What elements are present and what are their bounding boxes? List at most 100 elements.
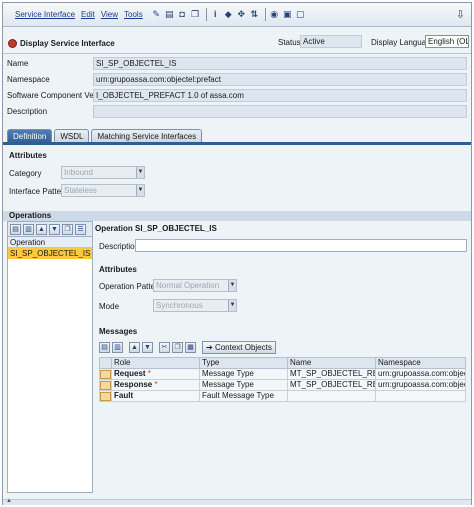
name-cell[interactable] — [287, 390, 376, 402]
navigate-icon[interactable]: ✥ — [236, 9, 247, 20]
bottom-scrollbar[interactable]: ▲ — [3, 498, 471, 505]
activate-icon[interactable]: ◘ — [177, 9, 188, 20]
status-value: Active — [300, 35, 362, 48]
print-icon[interactable]: ▣ — [282, 9, 293, 20]
interface-pattern-label: Interface Pattern — [9, 187, 69, 196]
tab-wsdl[interactable]: WSDL — [54, 129, 90, 143]
description-row: Description — [3, 105, 471, 119]
type-cell[interactable]: Message Type — [199, 379, 288, 391]
role-text: Request — [114, 369, 146, 379]
name-cell[interactable]: MT_SP_OBJECTEL_REQUEST — [287, 368, 376, 380]
move-down-icon[interactable]: ▼ — [142, 341, 153, 353]
table-row[interactable]: Response * Message Type MT_SP_OBJECTEL_R… — [99, 379, 466, 391]
back-icon[interactable]: ◆ — [223, 9, 234, 20]
description-field[interactable] — [93, 105, 467, 118]
delete-row-icon[interactable]: ▥ — [112, 341, 123, 353]
required-marker: * — [147, 369, 151, 379]
definition-panel: Attributes Category Inbound ▼ Interface … — [3, 145, 471, 499]
insert-row-icon[interactable]: ▤ — [99, 341, 110, 353]
cut-icon[interactable]: ✂ — [159, 341, 170, 353]
paste-icon[interactable]: ▦ — [185, 341, 196, 353]
info-icon[interactable]: i — [210, 9, 221, 20]
namespace-cell[interactable]: urn:grupoassa.com:objectel:pref — [375, 368, 466, 380]
mode-label: Mode — [99, 302, 120, 311]
copy-icon[interactable]: ❐ — [190, 9, 201, 20]
toolbar-divider-2 — [264, 8, 266, 21]
menu-service-interface[interactable]: Service Interface — [15, 10, 75, 19]
attributes-title: Attributes — [9, 151, 47, 160]
row-selector-header[interactable] — [99, 357, 112, 369]
move-up-icon[interactable]: ▲ — [129, 341, 140, 353]
name-row: Name SI_SP_OBJECTEL_IS — [3, 57, 471, 71]
operations-header-band: Operations — [3, 211, 471, 221]
details-icon[interactable]: ☰ — [75, 223, 86, 235]
edit-toggle-icon[interactable]: ✎ — [151, 9, 162, 20]
chevron-down-icon[interactable]: ▼ — [136, 185, 144, 196]
name-cell[interactable]: MT_SP_OBJECTEL_RESPONSE — [287, 379, 376, 391]
tab-matching-service-interfaces[interactable]: Matching Service Interfaces — [91, 129, 203, 143]
toolbar: ✎ ▤ ◘ ❐ i ◆ ✥ ⇅ ◉ ▣ ▢ — [151, 8, 308, 21]
operation-detail: Operation SI_SP_OBJECTEL_IS Description … — [95, 221, 467, 493]
copy-row-icon[interactable]: ❐ — [172, 341, 183, 353]
messages-table: Role Type Name Namespace Request * Messa… — [99, 357, 466, 402]
chevron-down-icon[interactable]: ▼ — [228, 300, 236, 311]
operation-pattern-select[interactable]: Normal Operation ▼ — [153, 279, 237, 292]
context-objects-button[interactable]: ➔ Context Objects — [202, 340, 276, 354]
role-cell: Fault — [111, 390, 200, 402]
operation-description-label: Description — [99, 242, 140, 251]
scroll-up-icon[interactable]: ▲ — [6, 498, 12, 504]
title-bar: Display Service Interface Status Active … — [3, 35, 471, 51]
display-language-select[interactable]: English (OL) — [425, 35, 469, 48]
swcv-field[interactable]: I_OBJECTEL_PREFACT 1.0 of assa.com — [93, 89, 467, 102]
move-up-icon[interactable]: ▲ — [36, 223, 47, 235]
history-icon[interactable]: ◉ — [269, 9, 280, 20]
window-icon[interactable]: ▢ — [295, 9, 306, 20]
category-value: Inbound — [64, 168, 93, 177]
insert-row-icon[interactable]: ▤ — [10, 223, 21, 235]
namespace-cell[interactable] — [375, 390, 466, 402]
namespace-field[interactable]: urn:grupoassa.com:objectel:prefact — [93, 73, 467, 86]
row-selector[interactable] — [99, 379, 112, 391]
type-cell[interactable]: Message Type — [199, 368, 288, 380]
menu-edit[interactable]: Edit — [81, 10, 95, 19]
mode-select[interactable]: Synchronous ▼ — [153, 299, 237, 312]
service-interface-window: Service Interface Edit View Tools ✎ ▤ ◘ … — [2, 2, 472, 505]
role-text: Fault — [114, 391, 134, 401]
row-selector-box — [100, 391, 111, 401]
menu-view[interactable]: View — [101, 10, 118, 19]
interface-pattern-select[interactable]: Stateless ▼ — [61, 184, 145, 197]
name-field[interactable]: SI_SP_OBJECTEL_IS — [93, 57, 467, 70]
chevron-down-icon[interactable]: ▼ — [228, 280, 236, 291]
role-cell: Request * — [111, 368, 200, 380]
table-row[interactable]: Request * Message Type MT_SP_OBJECTEL_RE… — [99, 368, 466, 380]
namespace-cell[interactable]: urn:grupoassa.com:objectel:pref — [375, 379, 466, 391]
display-mode-icon — [8, 38, 17, 48]
chevron-down-icon[interactable]: ▼ — [136, 167, 144, 178]
category-select[interactable]: Inbound ▼ — [61, 166, 145, 179]
save-icon[interactable]: ▤ — [164, 9, 175, 20]
namespace-row: Namespace urn:grupoassa.com:objectel:pre… — [3, 73, 471, 87]
pin-icon[interactable]: ⇩ — [456, 8, 465, 21]
toolbar-divider — [205, 8, 207, 21]
menu-bar: Service Interface Edit View Tools ✎ ▤ ◘ … — [3, 3, 471, 27]
operation-row[interactable]: SI_SP_OBJECTEL_IS — [8, 248, 92, 259]
menu-tools[interactable]: Tools — [124, 10, 143, 19]
tab-bar: Definition WSDL Matching Service Interfa… — [7, 129, 204, 143]
tab-definition[interactable]: Definition — [7, 129, 53, 143]
role-text: Response — [114, 380, 153, 390]
delete-row-icon[interactable]: ▥ — [23, 223, 34, 235]
operations-toolbar: ▤ ▥ ▲ ▼ ❐ ☰ — [8, 222, 92, 237]
messages-title: Messages — [99, 327, 138, 336]
operation-description-field[interactable] — [135, 239, 467, 252]
role-cell: Response * — [111, 379, 200, 391]
where-used-icon[interactable]: ⇅ — [249, 9, 260, 20]
copy-row-icon[interactable]: ❐ — [62, 223, 73, 235]
column-header-namespace: Namespace — [375, 357, 466, 369]
type-cell[interactable]: Fault Message Type — [199, 390, 288, 402]
table-row[interactable]: Fault Fault Message Type — [99, 390, 466, 402]
row-selector[interactable] — [99, 390, 112, 402]
operation-title: Operation SI_SP_OBJECTEL_IS — [95, 224, 217, 233]
description-label: Description — [7, 107, 48, 116]
row-selector[interactable] — [99, 368, 112, 380]
move-down-icon[interactable]: ▼ — [49, 223, 60, 235]
